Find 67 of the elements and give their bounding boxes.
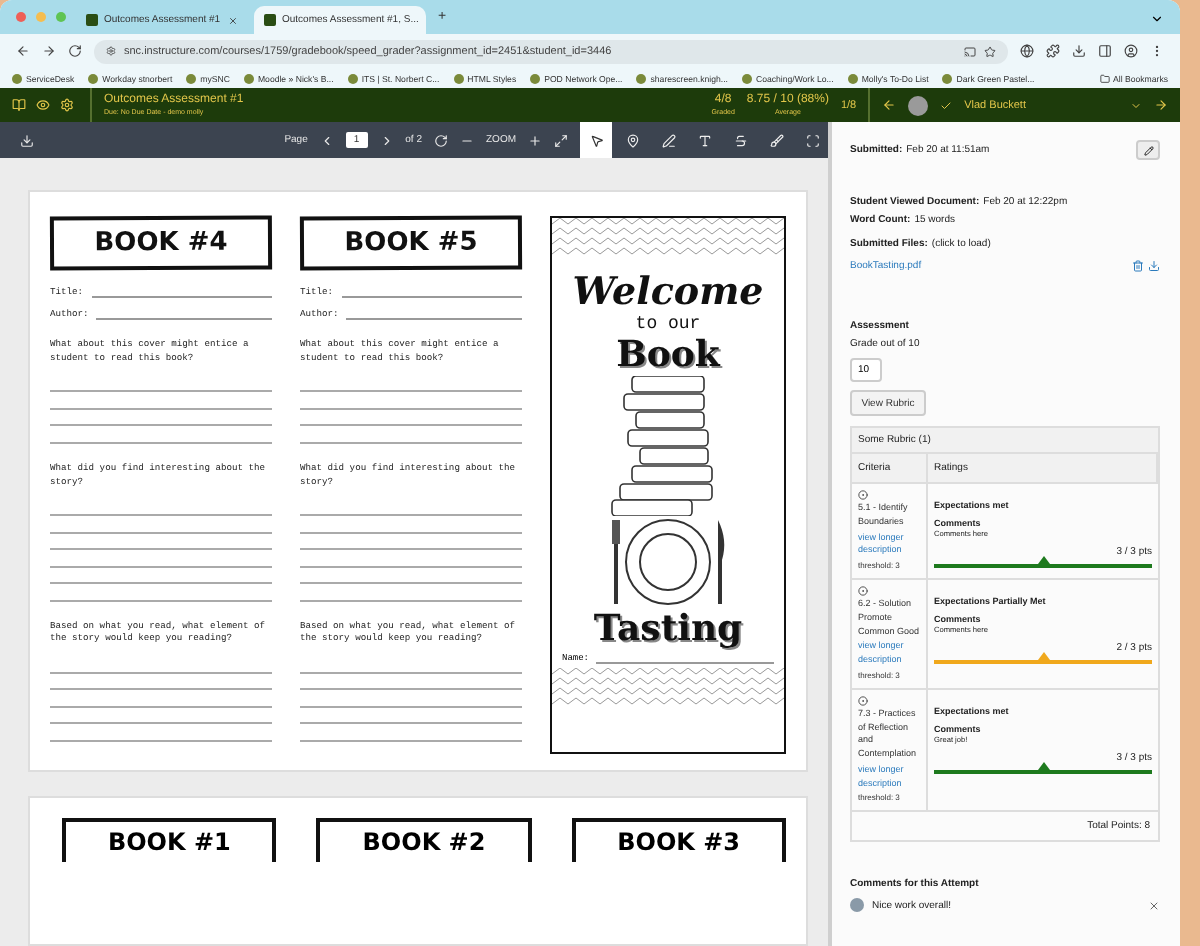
next-page-icon[interactable] <box>379 133 394 147</box>
pen-icon <box>661 133 675 147</box>
folder-icon <box>1099 73 1110 83</box>
download-icon[interactable] <box>20 133 34 147</box>
edit-button[interactable] <box>1136 140 1160 160</box>
bookmark-favicon-icon <box>847 73 858 83</box>
book-heading: BOOK #4 <box>49 215 273 271</box>
profile-icon[interactable] <box>1124 44 1138 58</box>
avatar-icon <box>908 95 929 115</box>
outcome-icon <box>858 695 868 706</box>
avatar-icon <box>850 898 864 913</box>
book-heading: BOOK #5 <box>299 215 523 271</box>
book-icon[interactable] <box>12 98 26 112</box>
strikethrough-icon <box>733 133 747 147</box>
side-panel-icon[interactable] <box>1098 44 1112 58</box>
fullscreen-icon[interactable] <box>554 133 568 147</box>
frame-icon <box>805 133 819 147</box>
bookmark-favicon-icon <box>741 73 752 83</box>
trash-icon[interactable] <box>1132 260 1144 272</box>
rotate-icon[interactable] <box>434 133 448 147</box>
cast-icon <box>964 45 976 57</box>
download-icon[interactable] <box>1148 260 1160 272</box>
book-heading: BOOK #3 <box>571 817 786 862</box>
bookmark-favicon-icon <box>636 73 647 83</box>
brush-icon <box>769 133 783 147</box>
forward-icon[interactable] <box>42 44 56 58</box>
extension-icon[interactable] <box>1020 44 1034 58</box>
check-icon <box>940 99 953 111</box>
previous-page-icon[interactable] <box>319 133 334 147</box>
bookmark-favicon-icon <box>12 73 22 83</box>
bookmark-favicon-icon <box>453 73 464 83</box>
caret-icon[interactable] <box>1130 99 1142 111</box>
pointer-tool-button[interactable] <box>580 122 612 158</box>
bookmark-favicon-icon <box>530 73 541 83</box>
bookmark-star-icon[interactable] <box>984 45 996 57</box>
zoom-in-icon[interactable] <box>528 133 542 147</box>
download-icon[interactable] <box>1072 44 1086 58</box>
favicon-icon <box>264 14 276 26</box>
eye-icon[interactable] <box>36 98 50 112</box>
text-icon <box>697 133 711 147</box>
book-heading: BOOK #2 <box>316 817 532 862</box>
previous-student-icon[interactable] <box>882 98 897 112</box>
next-student-icon[interactable] <box>1154 98 1168 112</box>
poster-word: Book <box>616 334 720 376</box>
poster-title: Welcome <box>572 270 764 314</box>
menu-icon[interactable] <box>1150 44 1164 58</box>
pencil-icon <box>1143 145 1153 155</box>
poster-word: Tasting <box>593 608 743 650</box>
pointer-icon <box>589 133 603 147</box>
outcome-icon <box>858 490 868 500</box>
bookmark-favicon-icon <box>243 73 254 83</box>
favicon-icon <box>86 14 98 26</box>
book-heading: BOOK #1 <box>62 817 277 862</box>
outcome-icon <box>858 586 868 596</box>
reload-icon[interactable] <box>68 44 82 58</box>
poster-subtitle: to our <box>635 314 701 334</box>
bookmark-favicon-icon <box>88 73 99 83</box>
close-icon[interactable] <box>1148 899 1160 912</box>
pin-icon <box>625 133 639 147</box>
bookmark-favicon-icon <box>942 73 953 83</box>
extension-icon[interactable] <box>1046 44 1060 58</box>
tab-list-icon[interactable] <box>1150 11 1164 25</box>
site-info-icon <box>106 46 116 56</box>
back-icon[interactable] <box>16 44 30 58</box>
settings-icon[interactable] <box>60 98 74 112</box>
bookmark-favicon-icon <box>347 73 358 83</box>
bookmark-favicon-icon <box>186 73 197 83</box>
